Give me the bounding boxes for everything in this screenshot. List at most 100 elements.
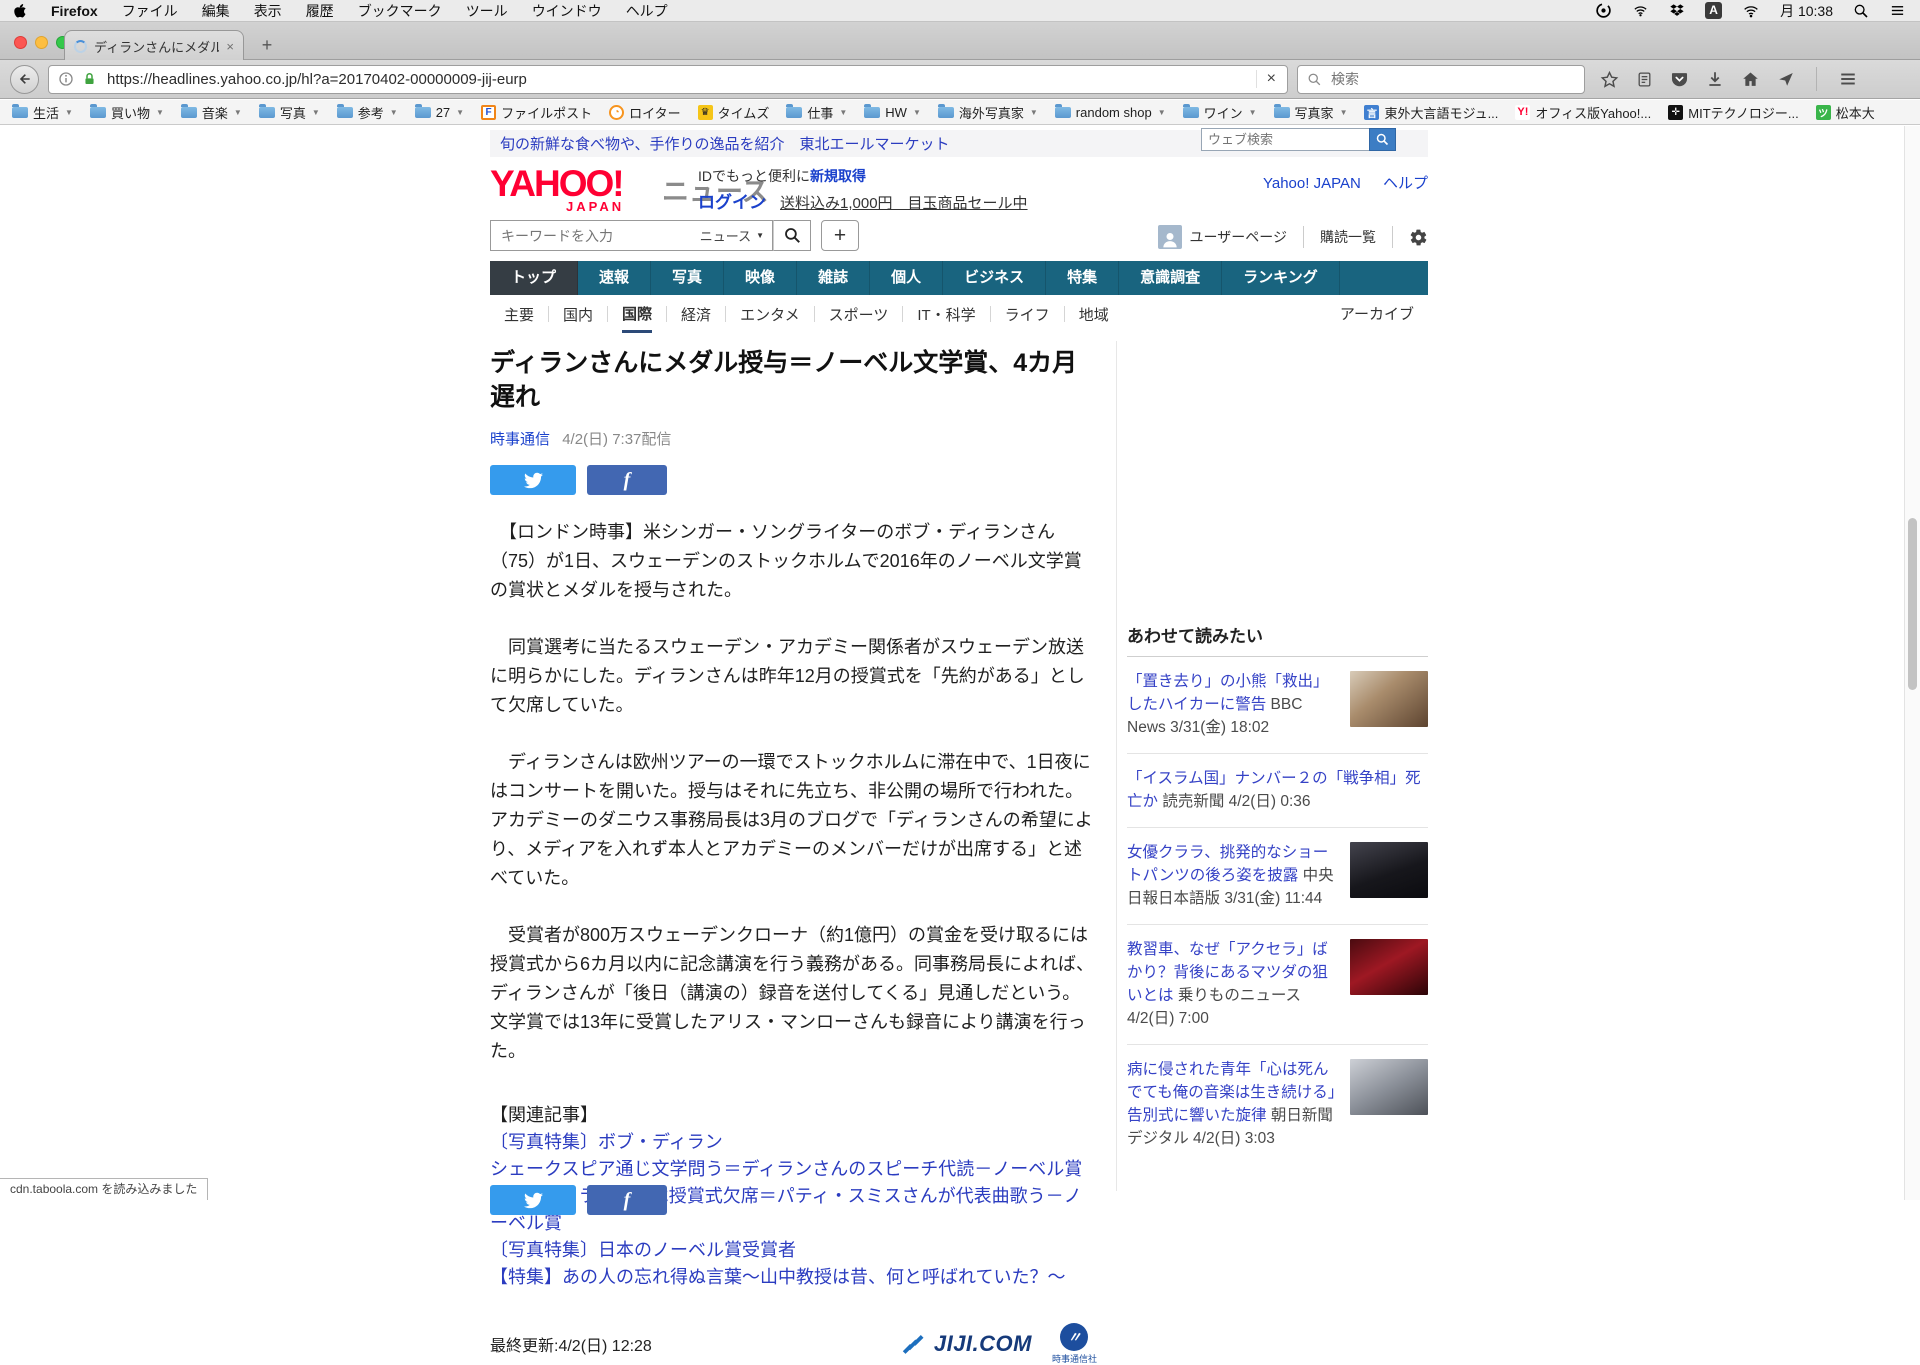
downloads-icon[interactable] <box>1706 70 1724 88</box>
input-method-icon[interactable]: A <box>1705 2 1722 19</box>
search-scope-dropdown[interactable]: ニュース▼ <box>700 226 764 245</box>
menu-window[interactable]: ウインドウ <box>532 1 602 21</box>
jiji-com-logo[interactable]: JIJI.COM <box>901 1331 1032 1357</box>
bookmark-folder[interactable]: 仕事▼ <box>786 103 847 122</box>
article-thumbnail[interactable] <box>1350 939 1428 995</box>
menu-edit[interactable]: 編集 <box>202 1 230 21</box>
bookmark-item[interactable]: ◔ロイター <box>609 103 680 122</box>
subnav-sports[interactable]: スポーツ <box>829 296 889 331</box>
tab-feature[interactable]: 特集 <box>1046 261 1119 295</box>
tab-photo[interactable]: 写真 <box>651 261 724 295</box>
pocket-icon[interactable] <box>1670 70 1689 89</box>
bookmark-item[interactable]: ✛MITテクノロジー... <box>1668 103 1798 122</box>
bookmark-folder[interactable]: random shop▼ <box>1055 105 1166 120</box>
browser-tab[interactable]: ディランさんにメダル授与... × <box>64 30 244 61</box>
menu-firefox[interactable]: Firefox <box>51 3 98 19</box>
scrollbar-thumb[interactable] <box>1908 518 1917 690</box>
back-button[interactable] <box>10 65 39 94</box>
menubar-clock[interactable]: 月 10:38 <box>1780 1 1833 21</box>
tab-business[interactable]: ビジネス <box>943 261 1046 295</box>
menu-view[interactable]: 表示 <box>254 1 282 21</box>
tab-close-icon[interactable]: × <box>226 40 234 53</box>
bookmark-folder[interactable]: 参考▼ <box>337 103 398 122</box>
related-link[interactable]: シェークスピア通じ文学問う＝ディランさんのスピーチ代読－ノーベル賞 <box>490 1156 1097 1183</box>
reading-list-icon[interactable] <box>1636 70 1653 89</box>
promo-link[interactable]: 旬の新鮮な食べ物や、手作りの逸品を紹介 東北エールマーケット <box>500 133 950 154</box>
browser-search-field[interactable] <box>1297 65 1585 94</box>
bookmark-item[interactable]: ♛タイムズ <box>698 103 770 122</box>
bookmark-folder[interactable]: 海外写真家▼ <box>938 103 1038 122</box>
bookmark-folder[interactable]: ワイン▼ <box>1183 103 1257 122</box>
bookmark-folder[interactable]: 写真▼ <box>259 103 320 122</box>
wifi-icon[interactable] <box>1742 3 1760 19</box>
menu-history[interactable]: 履歴 <box>306 1 334 21</box>
tab-magazine[interactable]: 雑誌 <box>797 261 870 295</box>
bookmark-star-icon[interactable] <box>1600 70 1619 89</box>
menu-icon[interactable] <box>1838 70 1858 88</box>
bookmark-folder[interactable]: 生活▼ <box>12 103 73 122</box>
tab-personal[interactable]: 個人 <box>870 261 943 295</box>
keyword-input[interactable] <box>499 227 700 245</box>
article-thumbnail[interactable] <box>1350 1059 1428 1115</box>
apple-icon[interactable] <box>14 3 27 18</box>
subnav-economy[interactable]: 経済 <box>681 296 711 331</box>
tab-flash[interactable]: 速報 <box>578 261 651 295</box>
sidebar-article[interactable]: 教習車、なぜ「アクセラ」ばかり？背後にあるマツダの狙いとは 乗りものニュース 4… <box>1127 925 1428 1045</box>
sidebar-article-title[interactable]: 女優クララ、挑発的なショートパンツの後ろ姿を披露 <box>1127 844 1328 884</box>
menu-tools[interactable]: ツール <box>466 1 508 21</box>
login-link[interactable]: ログイン <box>698 193 766 212</box>
bookmark-folder[interactable]: 27▼ <box>415 105 464 120</box>
tab-title[interactable]: ディランさんにメダル授与... <box>94 37 219 56</box>
twitter-share-button[interactable] <box>490 1185 576 1215</box>
bookmark-item[interactable]: ツ松本大 <box>1816 103 1875 122</box>
related-link[interactable]: 〔写真特集〕ボブ・ディラン <box>490 1129 1097 1156</box>
dropbox-icon[interactable] <box>1669 3 1685 19</box>
subnav-domestic[interactable]: 国内 <box>563 296 593 331</box>
keyword-search-box[interactable]: ニュース▼ <box>490 220 773 251</box>
subnav-entertainment[interactable]: エンタメ <box>740 296 800 331</box>
archive-link[interactable]: アーカイブ <box>1340 303 1414 324</box>
bookmark-folder[interactable]: 写真家▼ <box>1274 103 1348 122</box>
lock-icon[interactable] <box>82 71 97 87</box>
bookmark-folder[interactable]: 音楽▼ <box>181 103 242 122</box>
help-link[interactable]: ヘルプ <box>1383 175 1428 192</box>
bookmark-item[interactable]: Fファイルポスト <box>481 103 592 122</box>
url-bar[interactable]: × <box>48 65 1288 94</box>
creative-cloud-icon[interactable] <box>1595 2 1612 19</box>
sale-ad-link[interactable]: 送料込み1,000円 目玉商品セール中 <box>780 195 1028 212</box>
sidebar-article[interactable]: 病に侵された青年「心は死んでても俺の音楽は生き続ける」 告別式に響いた旋律 朝日… <box>1127 1045 1428 1164</box>
site-info-icon[interactable] <box>58 71 74 87</box>
sidebar-article[interactable]: 「イスラム国」ナンバー２の「戦争相」死亡か 読売新聞 4/2(日) 0:36 <box>1127 754 1428 828</box>
user-page-link[interactable]: ユーザーページ <box>1190 227 1287 247</box>
subscriptions-link[interactable]: 購読一覧 <box>1320 227 1376 247</box>
twitter-share-button[interactable] <box>490 465 576 495</box>
wifi-icon[interactable] <box>1632 3 1649 18</box>
page-scrollbar[interactable] <box>1904 126 1920 1200</box>
tab-poll[interactable]: 意識調査 <box>1119 261 1222 295</box>
url-input[interactable] <box>105 70 1248 89</box>
yahoo-japan-logo[interactable]: YAHOO! JAPAN <box>490 166 623 202</box>
jiji-press-logo[interactable]: 〃 時事通信社 <box>1052 1323 1097 1365</box>
tab-video[interactable]: 映像 <box>724 261 797 295</box>
subnav-main[interactable]: 主要 <box>504 296 534 331</box>
article-thumbnail[interactable] <box>1350 842 1428 898</box>
menu-bookmarks[interactable]: ブックマーク <box>358 1 442 21</box>
share-icon[interactable] <box>1777 70 1795 88</box>
news-search-button[interactable] <box>773 220 811 251</box>
article-thumbnail[interactable] <box>1350 671 1428 727</box>
spotlight-icon[interactable] <box>1853 3 1869 19</box>
web-search-button[interactable] <box>1369 128 1396 151</box>
tab-ranking[interactable]: ランキング <box>1222 261 1340 295</box>
browser-search-input[interactable] <box>1329 70 1575 88</box>
tab-top[interactable]: トップ <box>490 261 578 295</box>
new-tab-button[interactable]: + <box>252 34 282 58</box>
yahoo-top-link[interactable]: Yahoo! JAPAN <box>1263 175 1361 192</box>
sidebar-article[interactable]: 女優クララ、挑発的なショートパンツの後ろ姿を披露 中央日報日本語版 3/31(金… <box>1127 828 1428 925</box>
window-close-button[interactable] <box>14 36 27 49</box>
signup-link[interactable]: 新規取得 <box>810 168 866 184</box>
subnav-world[interactable]: 国際 <box>622 295 652 333</box>
subnav-life[interactable]: ライフ <box>1005 296 1050 331</box>
web-search-input[interactable] <box>1201 128 1369 151</box>
facebook-share-button[interactable]: f <box>587 465 667 495</box>
bookmark-item[interactable]: Y!オフィス版Yahoo!... <box>1515 103 1651 122</box>
